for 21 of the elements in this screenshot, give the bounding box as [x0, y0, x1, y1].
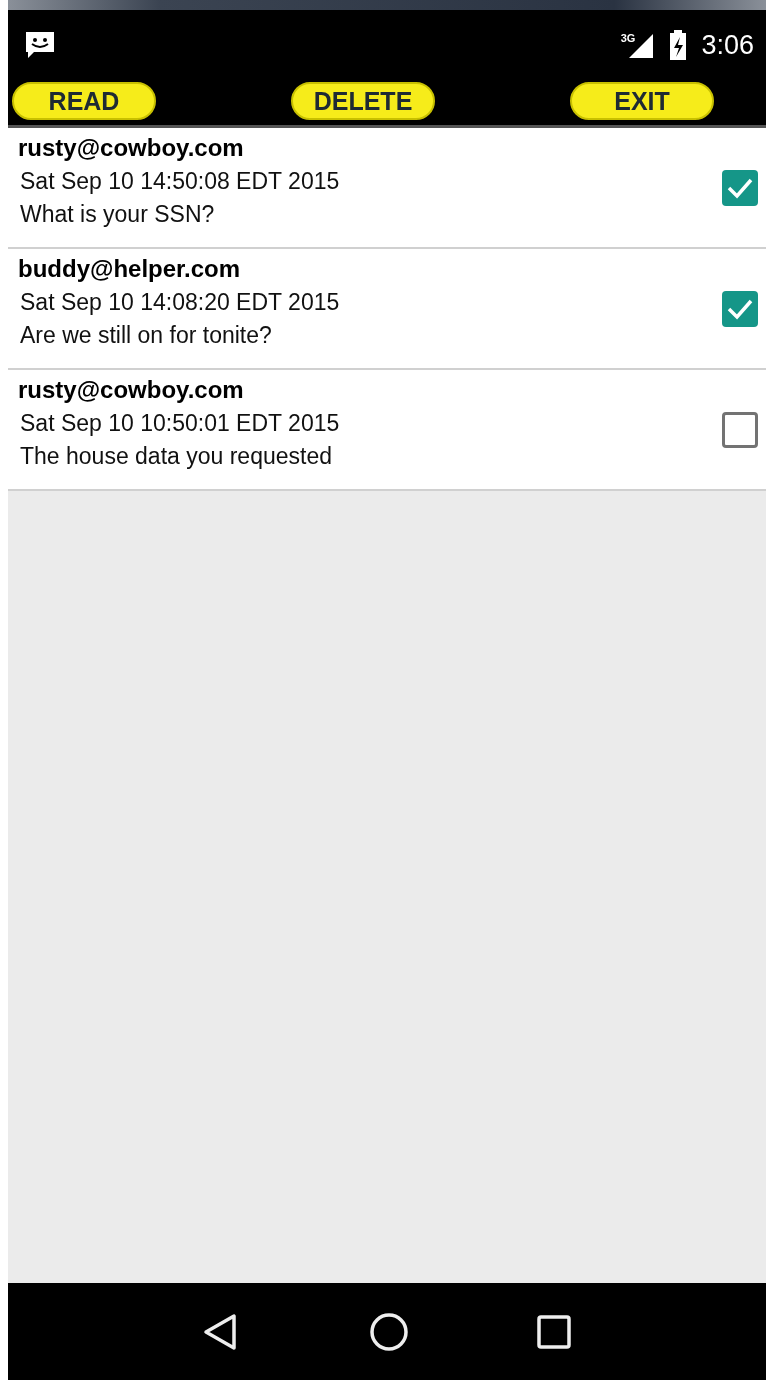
chat-notification-icon — [24, 30, 56, 60]
select-checkbox[interactable] — [722, 411, 758, 448]
sender-email: rusty@cowboy.com — [18, 376, 245, 404]
network-type-label: 3G — [620, 32, 636, 44]
message-subject: What is your SSN? — [20, 201, 216, 228]
message-subject: Are we still on for tonite? — [20, 322, 273, 349]
select-checkbox[interactable] — [722, 169, 758, 206]
select-checkbox[interactable] — [722, 290, 758, 327]
toolbar-button[interactable]: EXIT — [570, 82, 714, 120]
message-date: Sat Sep 10 14:08:20 EDT 2015 — [20, 289, 341, 316]
battery-charging-icon — [669, 30, 688, 60]
sender-email: rusty@cowboy.com — [18, 134, 245, 162]
recent-apps-icon[interactable] — [536, 1313, 573, 1350]
home-icon[interactable] — [369, 1311, 409, 1352]
message-date: Sat Sep 10 10:50:01 EDT 2015 — [20, 410, 341, 437]
message-date: Sat Sep 10 14:50:08 EDT 2015 — [20, 168, 341, 195]
sender-email: buddy@helper.com — [18, 255, 242, 283]
clock-time: 3:06 — [701, 29, 754, 61]
toolbar-button[interactable]: READ — [12, 82, 156, 120]
message-subject: The house data you requested — [20, 443, 333, 470]
toolbar-button[interactable]: DELETE — [291, 82, 435, 120]
